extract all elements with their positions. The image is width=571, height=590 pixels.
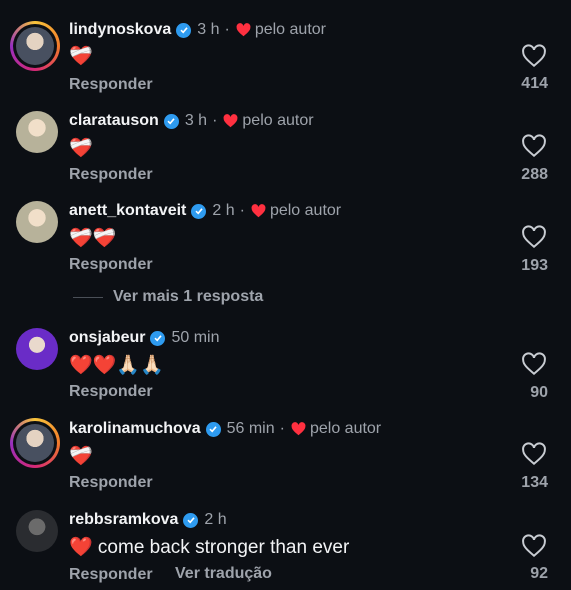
like-count: 134 [521,474,548,491]
verified-badge-icon [205,421,221,437]
timestamp: 2 h [212,202,235,219]
avatar[interactable] [16,111,58,153]
liked-by-author-label: pelo autor [254,21,326,38]
avatar[interactable] [16,201,58,243]
avatar[interactable] [10,418,60,468]
view-more-replies-button[interactable]: Ver mais 1 resposta [73,287,263,307]
verified-badge-icon [176,22,192,38]
verified-badge-icon [183,512,199,528]
username[interactable]: anett_kontaveit [69,202,186,220]
reply-button[interactable]: Responder [69,256,153,274]
timestamp: 56 min [226,420,275,437]
timestamp: 2 h [204,511,227,528]
red-heart-icon [223,114,238,128]
timestamp: 3 h [197,21,220,38]
like-count: 193 [521,257,548,274]
comment-text: ❤️ come back stronger than ever [69,537,350,558]
liked-by-author-label: pelo autor [269,202,342,219]
see-translation-button[interactable]: Ver tradução [175,565,272,583]
username[interactable]: claratauson [69,112,159,130]
timestamp: 50 min [171,329,220,346]
heart-outline-icon[interactable] [521,225,547,249]
username[interactable]: rebbsramkova [69,511,178,529]
comment-text: ❤️❤️🙏🏻🙏🏻 [69,355,164,376]
reply-button[interactable]: Responder [69,166,153,184]
like-count: 288 [521,166,548,183]
avatar[interactable] [10,21,60,71]
reply-button[interactable]: Responder [69,474,153,492]
red-heart-icon [236,23,251,37]
verified-badge-icon [191,203,207,219]
comment-text: ❤️‍🩹 [69,446,93,467]
red-heart-icon [291,422,306,436]
heart-outline-icon[interactable] [521,44,547,68]
reply-button[interactable]: Responder [69,76,153,94]
reply-button[interactable]: Responder [69,383,153,401]
verified-badge-icon [163,113,179,129]
avatar[interactable] [16,328,58,370]
timestamp: 3 h [184,112,208,129]
heart-outline-icon[interactable] [521,442,547,466]
heart-outline-icon[interactable] [521,534,547,558]
comment-text: ❤️‍🩹 [69,138,93,159]
avatar[interactable] [16,510,58,552]
view-more-replies-label: Ver mais 1 resposta [113,288,264,305]
liked-by-author-label: pelo autor [242,112,314,129]
comment-text: ❤️‍🩹❤️‍🩹 [69,228,117,249]
like-count: 414 [521,75,548,92]
heart-outline-icon[interactable] [521,134,547,158]
username[interactable]: karolinamuchova [69,420,201,438]
verified-badge-icon [150,330,166,346]
like-count: 90 [530,384,548,401]
like-count: 92 [530,565,548,582]
comment-text: ❤️‍🩹 [69,46,93,67]
username[interactable]: lindynoskova [69,21,171,39]
red-heart-icon [251,204,266,218]
liked-by-author-label: pelo autor [309,420,382,437]
username[interactable]: onsjabeur [69,329,145,347]
divider [73,296,103,298]
heart-outline-icon[interactable] [521,352,547,376]
reply-button[interactable]: Responder [69,566,153,584]
